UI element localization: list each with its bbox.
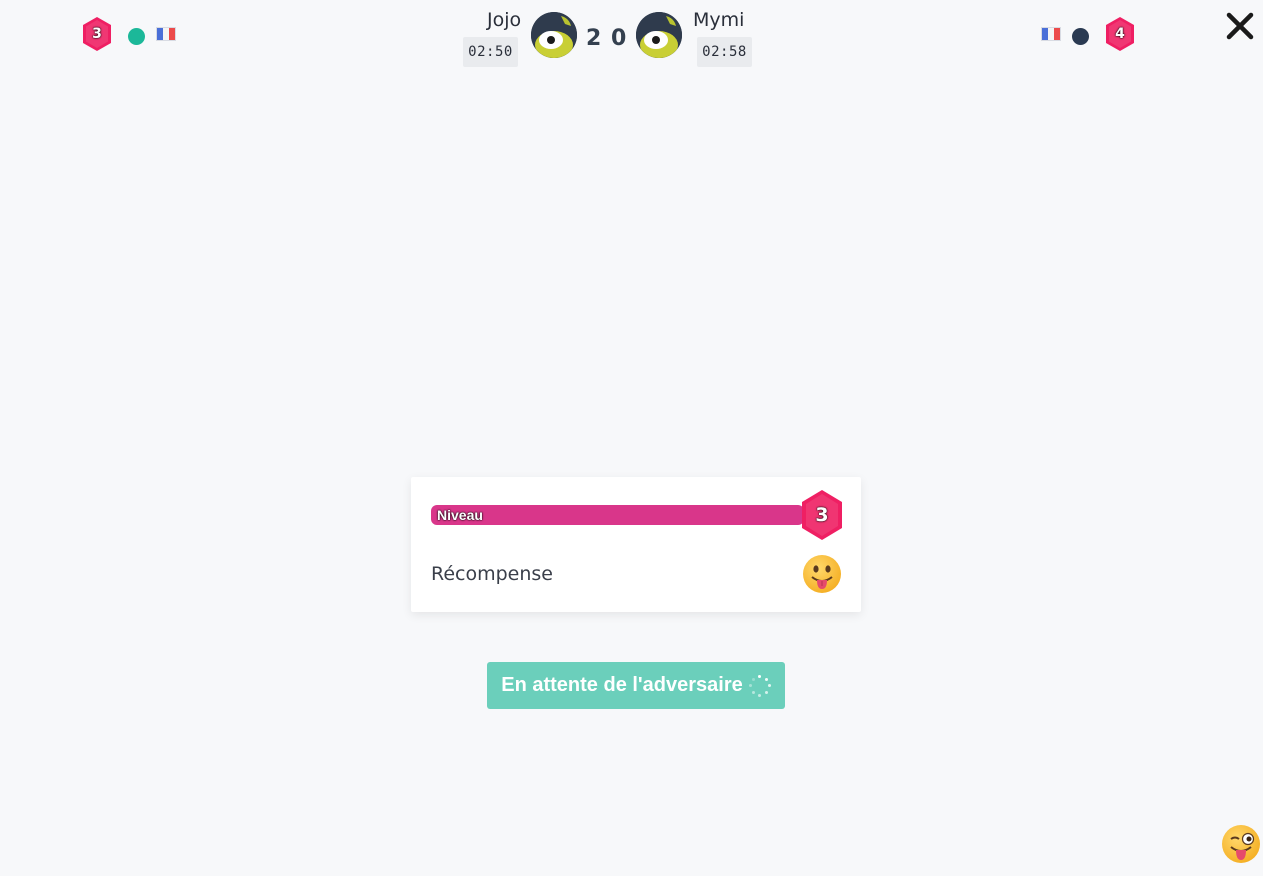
tongue-out-emoji-icon [803,555,841,593]
left-player-name: Jojo [487,9,522,31]
right-player-avatar [636,12,682,58]
left-player-timer: 02:50 [463,37,518,67]
right-player-score: 0 [611,26,627,51]
winking-tongue-emoji-icon[interactable] [1222,825,1260,863]
right-player-name: Mymi [693,9,745,31]
waiting-button-label: En attente de l'adversaire [501,674,743,696]
left-player-online-status [128,28,145,45]
left-player-score: 2 [586,26,602,51]
right-player-level: 4 [1115,26,1125,42]
right-player-level-badge: 4 [1106,17,1134,51]
level-label: Niveau [437,507,483,523]
left-player-level: 3 [92,26,102,42]
right-player-timer: 02:58 [697,37,752,67]
level-hex-badge: 3 [802,490,842,540]
left-player-flag-icon [156,27,176,41]
right-player-online-status [1072,28,1089,45]
level-progress-bar: Niveau [431,505,804,525]
right-player-flag-icon [1041,27,1061,41]
reward-label: Récompense [431,563,553,585]
level-value: 3 [815,504,829,526]
left-player-avatar [531,12,577,58]
waiting-for-opponent-button[interactable]: En attente de l'adversaire [487,662,785,709]
result-card: Niveau 3 Récompense [411,477,861,612]
close-icon[interactable] [1222,8,1258,44]
left-player-level-badge: 3 [83,17,111,51]
spinner-icon [748,674,771,697]
